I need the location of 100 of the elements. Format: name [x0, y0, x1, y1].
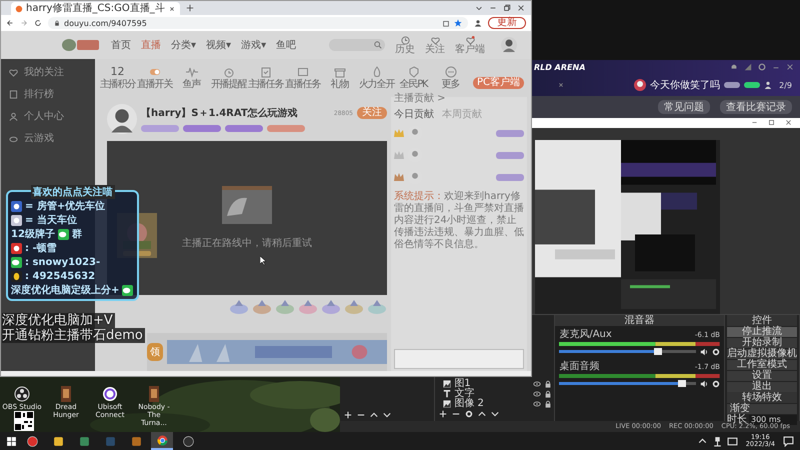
chevron-up-icon[interactable]	[478, 410, 486, 418]
bell-icon[interactable]	[730, 63, 738, 71]
control-button[interactable]: 设置	[727, 370, 797, 381]
source-item[interactable]: 文字	[435, 388, 554, 399]
close-icon[interactable]	[168, 4, 176, 12]
chevron-up-icon[interactable]	[370, 411, 378, 420]
plus-icon[interactable]	[439, 410, 448, 418]
toolbar-item[interactable]: 开播提醒	[210, 66, 247, 90]
gear-icon[interactable]	[712, 380, 720, 388]
control-button[interactable]: 启动虚拟摄像机	[727, 348, 797, 359]
control-button[interactable]: 退出	[727, 382, 797, 392]
toolbar-item[interactable]: 更多	[432, 66, 469, 90]
settings-icon[interactable]	[758, 63, 766, 71]
contribution-link[interactable]: 主播贡献 >	[394, 91, 524, 105]
speaker-icon[interactable]	[700, 348, 708, 356]
star-icon[interactable]	[454, 19, 462, 27]
nav-link[interactable]: 视频▾	[206, 38, 232, 52]
chat-tab[interactable]: 今日贡献	[394, 107, 434, 121]
game-cover-icon[interactable]	[146, 386, 162, 402]
qr-code-icon	[14, 411, 34, 431]
sidebar-item[interactable]: 我的关注	[1, 65, 95, 79]
chat-bubble-icon	[11, 256, 22, 268]
gear-icon[interactable]	[465, 410, 474, 418]
caption-text: 开通钻粉主播带石demo	[2, 328, 145, 343]
nav-link[interactable]: 首页	[111, 38, 131, 52]
streamer-avatar[interactable]	[107, 104, 137, 134]
control-button[interactable]: 停止推流	[727, 326, 797, 337]
nav-link[interactable]: 直播	[141, 38, 161, 52]
header-link[interactable]: 历史	[395, 36, 415, 54]
chevron-down-icon[interactable]	[491, 410, 500, 418]
keyboard-icon[interactable]	[726, 436, 738, 446]
close-icon[interactable]	[557, 81, 565, 89]
search-field[interactable]	[329, 39, 385, 51]
close-icon[interactable]	[785, 119, 792, 126]
follow-button[interactable]: 关注	[357, 107, 387, 119]
lock-icon[interactable]	[544, 380, 552, 388]
launcher-button[interactable]: 常见问题	[658, 100, 710, 114]
sidebar-item[interactable]: 个人中心	[1, 109, 95, 123]
profile-icon[interactable]	[474, 19, 482, 27]
source-item[interactable]: 图1	[435, 378, 554, 389]
toolbar-item[interactable]: 12 主播积分	[99, 66, 136, 90]
sidebar-item[interactable]: 排行榜	[1, 87, 95, 101]
back-icon[interactable]	[6, 19, 14, 27]
network-icon[interactable]	[712, 436, 723, 446]
search-icon[interactable]	[374, 41, 382, 49]
image-icon	[443, 400, 452, 408]
chevron-down-icon[interactable]	[383, 411, 391, 420]
nav-link[interactable]: 鱼吧	[276, 38, 296, 52]
toolbar-item[interactable]: 鱼声	[173, 66, 210, 90]
header-link[interactable]: 客户端	[455, 36, 485, 54]
address-field[interactable]: douyu.com/9407595	[48, 17, 468, 29]
speaker-icon[interactable]	[700, 380, 708, 388]
eye-icon[interactable]	[533, 390, 542, 398]
nav-link[interactable]: 分类▾	[171, 38, 196, 52]
scrollbar[interactable]	[1, 371, 531, 376]
transition-dropdown[interactable]: 渐变	[727, 404, 797, 414]
windows-start-icon[interactable]	[6, 436, 17, 446]
toolbar-item[interactable]: 主播任务	[247, 66, 284, 90]
restore-icon[interactable]	[503, 4, 511, 12]
lock-icon[interactable]	[544, 390, 552, 398]
gear-icon[interactable]	[712, 348, 720, 356]
maximize-icon[interactable]	[768, 119, 775, 126]
sidebar-item[interactable]: 云游戏	[1, 131, 95, 145]
toggle-icon	[148, 66, 160, 78]
eye-icon[interactable]	[533, 400, 542, 408]
control-button[interactable]: 开始录制	[727, 338, 797, 348]
toolbar-item[interactable]: 直播任务	[284, 66, 321, 90]
control-button[interactable]: 工作室模式	[727, 360, 797, 370]
chat-input[interactable]	[394, 349, 524, 369]
chevron-down-icon[interactable]	[475, 4, 483, 12]
plus-icon[interactable]	[344, 411, 352, 420]
game-cover-icon[interactable]	[58, 386, 74, 402]
avatar[interactable]	[634, 79, 646, 91]
toolbar-item[interactable]: 全民PK	[395, 66, 432, 90]
nav-link[interactable]: 游戏▾	[241, 38, 266, 52]
volume-slider[interactable]	[559, 382, 696, 386]
close-icon[interactable]	[786, 63, 794, 71]
volume-slider[interactable]	[559, 350, 696, 354]
share-icon[interactable]	[442, 19, 450, 27]
header-link[interactable]: 关注	[425, 36, 445, 54]
close-icon[interactable]	[517, 4, 525, 12]
browser-tab[interactable]: harry修雷直播_CS:GO直播_斗	[11, 2, 180, 15]
caption-text: 深度优化电脑加+V	[2, 313, 115, 328]
game-icon	[130, 436, 142, 446]
obs-icon[interactable]	[14, 386, 30, 402]
pc-client-button[interactable]: PC客户端	[472, 77, 524, 89]
toolbar-item[interactable]: 礼物	[321, 66, 358, 90]
source-item[interactable]: 图像 2	[435, 398, 554, 409]
notification-icon[interactable]	[783, 436, 794, 446]
toolbar-item[interactable]: 直播开关	[136, 66, 173, 90]
swirl-icon[interactable]	[102, 386, 118, 402]
eye-icon[interactable]	[533, 380, 542, 388]
promo-banner[interactable]: 领	[147, 333, 387, 371]
lock-icon[interactable]	[544, 400, 552, 408]
taskbar-app[interactable]	[151, 432, 173, 450]
toolbar-item[interactable]: 火力全开	[358, 66, 395, 90]
new-tab-icon[interactable]	[186, 4, 194, 12]
reload-icon[interactable]	[34, 19, 42, 27]
launcher-button[interactable]: 查看比赛记录	[720, 100, 792, 114]
coin-badge[interactable]: 领	[147, 343, 163, 361]
